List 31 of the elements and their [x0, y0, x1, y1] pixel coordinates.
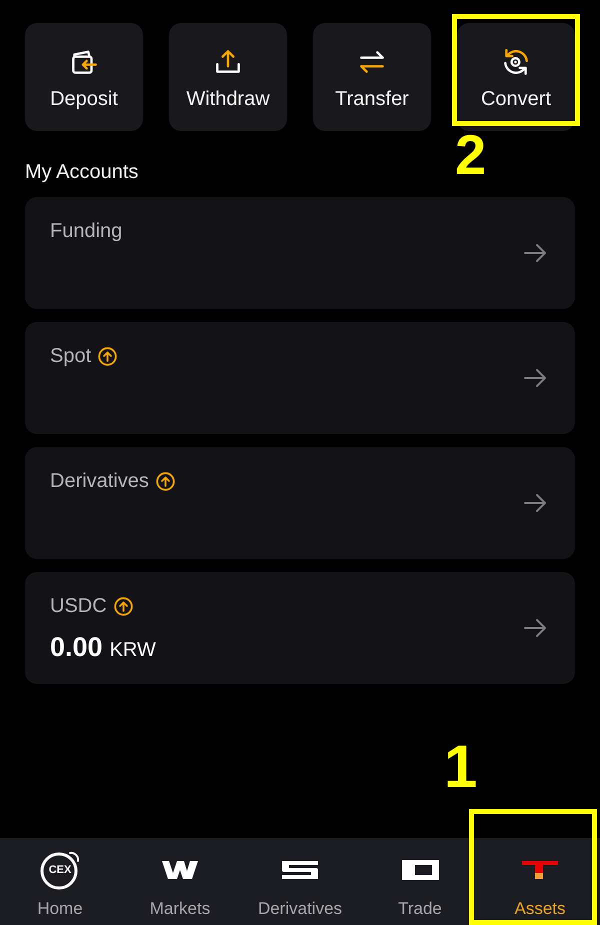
right-arrow-icon: [523, 367, 547, 389]
rectangle-logo-icon: [402, 860, 438, 880]
nav-tab[interactable]: CEX Home: [0, 838, 120, 925]
right-arrow-icon: [523, 242, 547, 264]
nav-tab[interactable]: Trade: [360, 838, 480, 925]
nav-tab[interactable]: Markets: [120, 838, 240, 925]
t-logo-icon: [522, 861, 558, 879]
account-title: Spot: [50, 344, 92, 368]
right-arrow-icon: [523, 492, 547, 514]
right-arrow-icon: [523, 617, 547, 639]
nav-tab[interactable]: Derivatives: [240, 838, 360, 925]
action-button[interactable]: Withdraw: [169, 23, 287, 131]
account-title: Funding: [50, 219, 122, 243]
account-card[interactable]: Funding: [25, 197, 575, 309]
callout-number: 1: [444, 737, 478, 797]
account-card[interactable]: Derivatives: [25, 447, 575, 559]
w-logo-icon: [162, 861, 198, 879]
account-card[interactable]: Spot: [25, 322, 575, 434]
nav-tab[interactable]: Assets: [480, 838, 600, 925]
action-button[interactable]: Transfer: [313, 23, 431, 131]
account-card[interactable]: USDC 0.00 KRW: [25, 572, 575, 684]
section-heading: My Accounts: [25, 160, 138, 184]
balance-currency: KRW: [110, 638, 156, 662]
account-title: Derivatives: [50, 469, 149, 493]
balance-amount: 0.00: [50, 632, 103, 662]
s-logo-icon: [282, 861, 318, 879]
action-button[interactable]: Deposit: [25, 23, 143, 131]
cex-logo: CEX: [39, 849, 81, 891]
account-title: USDC: [50, 594, 107, 618]
action-button[interactable]: Convert: [457, 23, 575, 131]
circular-arrows-icon: [501, 47, 531, 77]
